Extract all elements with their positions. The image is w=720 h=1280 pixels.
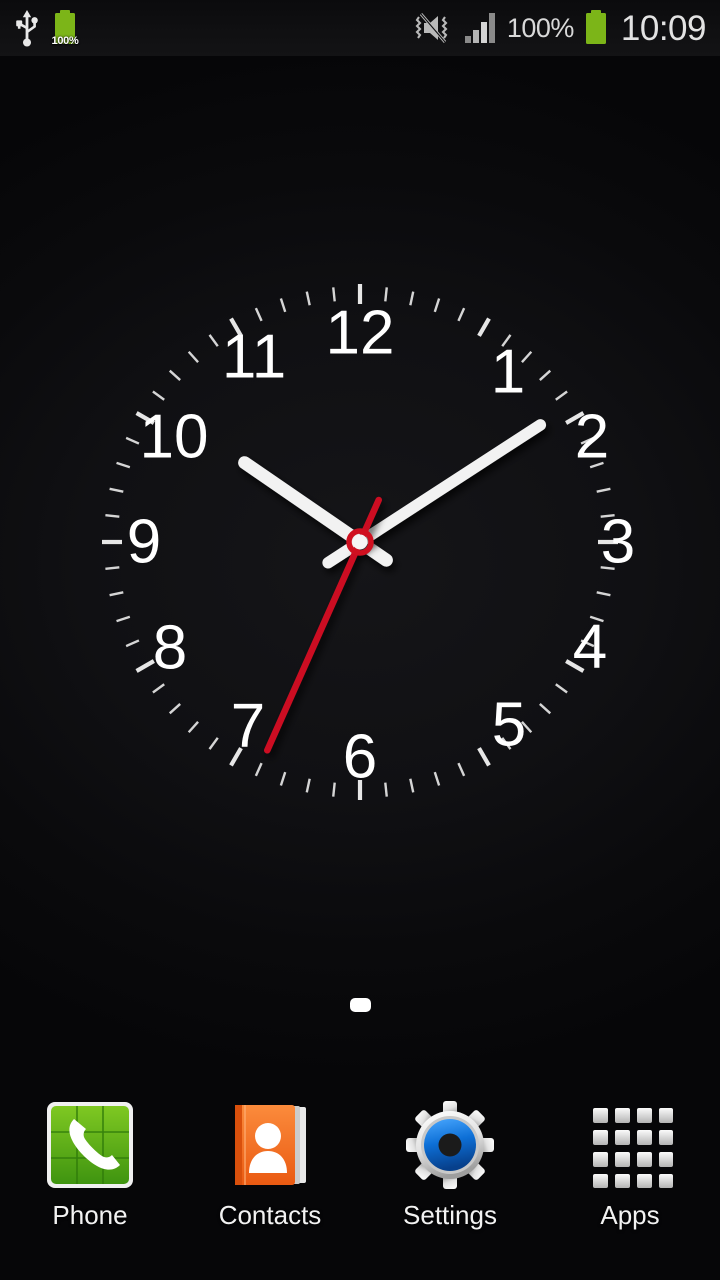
clock-numeral-3: 3 bbox=[601, 508, 635, 577]
clock-numeral-1: 1 bbox=[491, 338, 525, 407]
clock-numerals: 12 1 2 3 4 5 6 7 8 9 10 11 bbox=[127, 299, 635, 792]
dock-label-apps: Apps bbox=[600, 1200, 660, 1230]
home-page-indicator[interactable] bbox=[0, 998, 720, 1012]
status-bar-left-group: 100% bbox=[14, 8, 80, 48]
clock-numeral-8: 8 bbox=[153, 614, 187, 683]
dock-label-phone: Phone bbox=[52, 1200, 128, 1230]
battery-percent-label: 100% bbox=[506, 12, 575, 43]
usb-icon bbox=[14, 9, 40, 47]
clock-numeral-7: 7 bbox=[231, 692, 265, 761]
page-dot-active[interactable] bbox=[349, 998, 371, 1012]
contacts-book-icon[interactable] bbox=[222, 1096, 319, 1193]
clock-numeral-5: 5 bbox=[492, 691, 526, 760]
status-bar-right-group: 100% 10:09 bbox=[415, 9, 708, 47]
battery-percent-overlay: 100% bbox=[51, 35, 79, 47]
clock-numeral-9: 9 bbox=[127, 508, 161, 577]
clock-numeral-11: 11 bbox=[222, 323, 286, 392]
gear-icon[interactable] bbox=[402, 1096, 499, 1193]
clock-second-hand bbox=[264, 538, 364, 754]
dock-label-contacts: Contacts bbox=[218, 1200, 322, 1230]
battery-charging-icon: 100% bbox=[50, 8, 80, 48]
clock-numeral-2: 2 bbox=[575, 403, 609, 472]
clock-face: 12 1 2 3 4 5 6 7 8 9 10 11 bbox=[102, 284, 635, 800]
mute-vibrate-icon bbox=[415, 11, 455, 45]
dock-item-settings[interactable]: Settings bbox=[360, 1096, 540, 1228]
clock-minute-hand bbox=[354, 419, 547, 548]
dock: Phone Contacts Settings Apps bbox=[0, 1088, 720, 1280]
battery-full-icon bbox=[583, 9, 609, 47]
status-bar[interactable]: 100% 100% 10:09 bbox=[0, 0, 720, 56]
clock-numeral-10: 10 bbox=[140, 403, 209, 472]
analog-clock-widget[interactable]: 12 1 2 3 4 5 6 7 8 9 10 11 bbox=[52, 252, 668, 832]
home-screen: 100% 100% 10:09 12 1 2 3 4 5 6 7 8 9 10 … bbox=[0, 0, 720, 1280]
dock-item-phone[interactable]: Phone bbox=[0, 1096, 180, 1228]
dock-item-contacts[interactable]: Contacts bbox=[180, 1096, 360, 1228]
signal-bars-icon bbox=[464, 12, 498, 44]
apps-grid-icon[interactable] bbox=[582, 1096, 679, 1193]
clock-numeral-6: 6 bbox=[343, 723, 377, 792]
clock-numeral-4: 4 bbox=[573, 613, 607, 682]
dock-label-settings: Settings bbox=[403, 1200, 497, 1230]
clock-numeral-12: 12 bbox=[326, 299, 395, 368]
dock-item-apps[interactable]: Apps bbox=[540, 1096, 720, 1228]
phone-handset-icon[interactable] bbox=[42, 1096, 139, 1193]
status-bar-clock: 10:09 bbox=[620, 8, 707, 48]
clock-hour-hand bbox=[238, 456, 367, 549]
